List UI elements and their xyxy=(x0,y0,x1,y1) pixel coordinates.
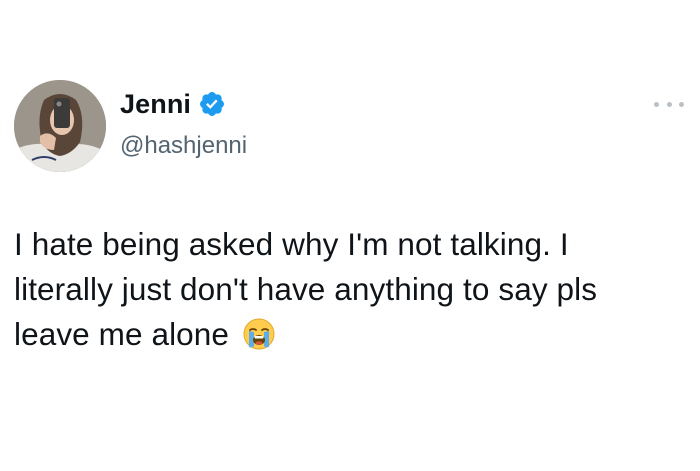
author-name-row: Jenni xyxy=(120,90,226,118)
dot-icon xyxy=(666,101,672,107)
dot-icon xyxy=(679,101,684,107)
ellipsis-icon[interactable] xyxy=(654,96,684,112)
author-handle[interactable]: @hashjenni xyxy=(120,134,247,158)
tweet-text-line: literally just don't have anything to sa… xyxy=(14,271,598,307)
dot-icon xyxy=(654,101,659,107)
verified-badge-icon xyxy=(198,90,226,118)
tweet-text-line: leave me alone xyxy=(14,316,230,352)
tweet-text-line: I hate being asked why I'm not talking. … xyxy=(14,226,569,262)
tweet-text-line-last: leave me alone xyxy=(14,312,674,357)
loudly-crying-face-icon xyxy=(242,317,276,351)
avatar[interactable] xyxy=(14,80,106,172)
tweet-card: Jenni @hashjenni I hate being asked why … xyxy=(0,0,700,471)
tweet-text: I hate being asked why I'm not talking. … xyxy=(14,222,674,357)
author-display-name[interactable]: Jenni xyxy=(120,90,191,118)
